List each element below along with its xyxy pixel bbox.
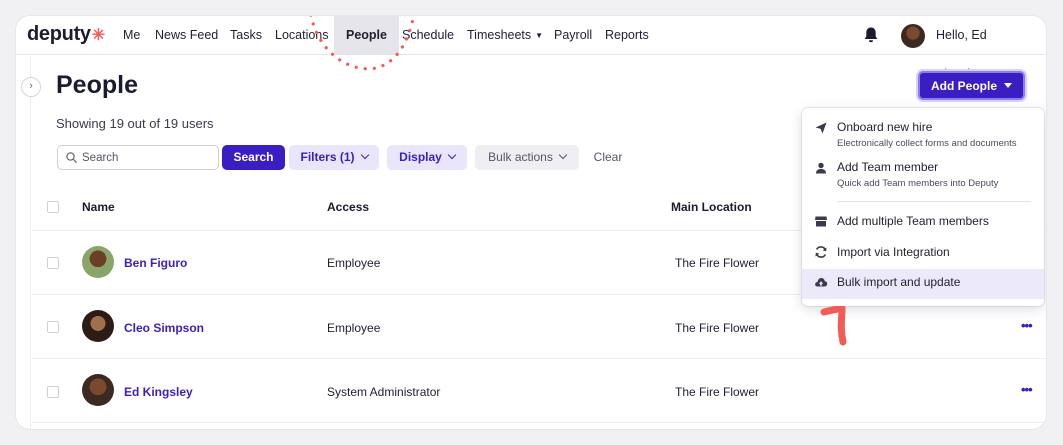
nav-people[interactable]: People <box>334 16 399 55</box>
cloud-upload-icon <box>815 278 828 287</box>
person-name-link[interactable]: Ben Figuro <box>124 256 187 270</box>
search-button[interactable]: Search <box>222 145 285 170</box>
chevron-down-icon <box>558 150 568 160</box>
access-level: Employee <box>327 256 381 270</box>
menu-item-title: Add Team member <box>837 160 939 174</box>
sidebar-expand-button[interactable]: › <box>21 77 41 97</box>
row-checkbox[interactable] <box>47 321 59 333</box>
main-location: The Fire Flower <box>675 321 760 335</box>
menu-item-subtitle: Electronically collect forms and documen… <box>837 138 1017 149</box>
table-divider <box>32 422 1046 423</box>
caret-down-icon <box>1004 83 1012 88</box>
chevron-down-icon <box>447 150 457 160</box>
access-level: System Administrator <box>327 385 441 399</box>
add-people-button[interactable]: Add People <box>918 71 1025 100</box>
top-nav: deputy✳ Me News Feed Tasks Locations Peo… <box>16 16 1046 81</box>
menu-item-add-team-member[interactable]: Add Team member Quick add Team members i… <box>802 158 1044 194</box>
menu-item-title: Onboard new hire <box>837 120 933 134</box>
add-people-menu: Onboard new hire Electronically collect … <box>802 108 1044 306</box>
deputy-logo[interactable]: deputy✳ <box>27 23 105 46</box>
caret-down-icon: ▼ <box>535 31 544 40</box>
menu-item-title: Add multiple Team members <box>837 214 989 228</box>
access-level: Employee <box>327 321 381 335</box>
column-header-main-location[interactable]: Main Location <box>671 200 752 214</box>
nav-payroll[interactable]: Payroll <box>554 16 592 55</box>
clear-button[interactable]: Clear <box>588 145 628 170</box>
row-checkbox[interactable] <box>47 386 59 398</box>
annotation-red-stroke <box>820 306 847 346</box>
filters-button[interactable]: Filters (1) <box>289 145 379 170</box>
person-name-link[interactable]: Cleo Simpson <box>124 321 204 335</box>
row-checkbox[interactable] <box>47 257 59 269</box>
add-people-label: Add People <box>930 79 997 93</box>
display-button[interactable]: Display <box>387 145 467 170</box>
store-icon <box>815 216 827 227</box>
page-title: People <box>56 71 138 99</box>
select-all-checkbox[interactable] <box>47 201 59 213</box>
more-actions-button[interactable]: ••• <box>1021 382 1033 397</box>
person-icon <box>816 162 826 174</box>
sidebar-divider <box>30 56 31 429</box>
logo-spark-icon: ✳ <box>91 27 105 44</box>
user-count: Showing 19 out of 19 users <box>56 116 214 131</box>
nav-news-feed[interactable]: News Feed <box>155 16 218 55</box>
menu-item-add-multiple-team-members[interactable]: Add multiple Team members <box>802 212 1044 234</box>
nav-tasks[interactable]: Tasks <box>230 16 262 55</box>
filters-label: Filters (1) <box>300 150 355 164</box>
avatar <box>82 310 114 342</box>
table-divider <box>32 358 1046 359</box>
display-label: Display <box>399 150 442 164</box>
nav-locations[interactable]: Locations <box>275 16 329 55</box>
search-input[interactable] <box>82 149 214 166</box>
bulk-actions-label: Bulk actions <box>488 150 553 164</box>
person-name-link[interactable]: Ed Kingsley <box>124 385 193 399</box>
main-location: The Fire Flower <box>675 256 760 270</box>
nav-me[interactable]: Me <box>123 16 140 55</box>
nav-timesheets[interactable]: Timesheets ▼ <box>467 16 543 55</box>
nav-schedule[interactable]: Schedule <box>402 16 454 55</box>
avatar <box>82 374 114 406</box>
search-icon <box>66 152 77 163</box>
chevron-down-icon <box>360 150 369 160</box>
menu-item-subtitle: Quick add Team members into Deputy <box>837 178 999 189</box>
menu-item-title: Import via Integration <box>837 245 950 259</box>
send-icon <box>815 122 827 134</box>
column-header-access[interactable]: Access <box>327 200 369 214</box>
bulk-actions-button[interactable]: Bulk actions <box>475 145 579 170</box>
menu-divider <box>837 201 1031 202</box>
column-header-name[interactable]: Name <box>82 200 115 214</box>
nav-reports[interactable]: Reports <box>605 16 649 55</box>
more-actions-button[interactable]: ••• <box>1021 318 1033 333</box>
nav-timesheets-label: Timesheets <box>467 28 532 42</box>
app-window: deputy✳ Me News Feed Tasks Locations Peo… <box>16 16 1046 429</box>
refresh-icon <box>815 246 827 258</box>
avatar <box>82 246 114 278</box>
main-location: The Fire Flower <box>675 385 760 399</box>
menu-item-import-via-integration[interactable]: Import via Integration <box>802 243 1044 265</box>
user-avatar[interactable] <box>901 24 925 48</box>
menu-item-title: Bulk import and update <box>837 275 961 289</box>
search-field[interactable] <box>57 145 219 170</box>
menu-item-bulk-import-and-update[interactable]: Bulk import and update <box>802 273 1044 295</box>
menu-item-onboard-new-hire[interactable]: Onboard new hire Electronically collect … <box>802 118 1044 154</box>
bell-icon[interactable] <box>862 26 880 44</box>
user-menu[interactable]: Hello, Ed Kingsley▼ <box>936 16 1046 81</box>
